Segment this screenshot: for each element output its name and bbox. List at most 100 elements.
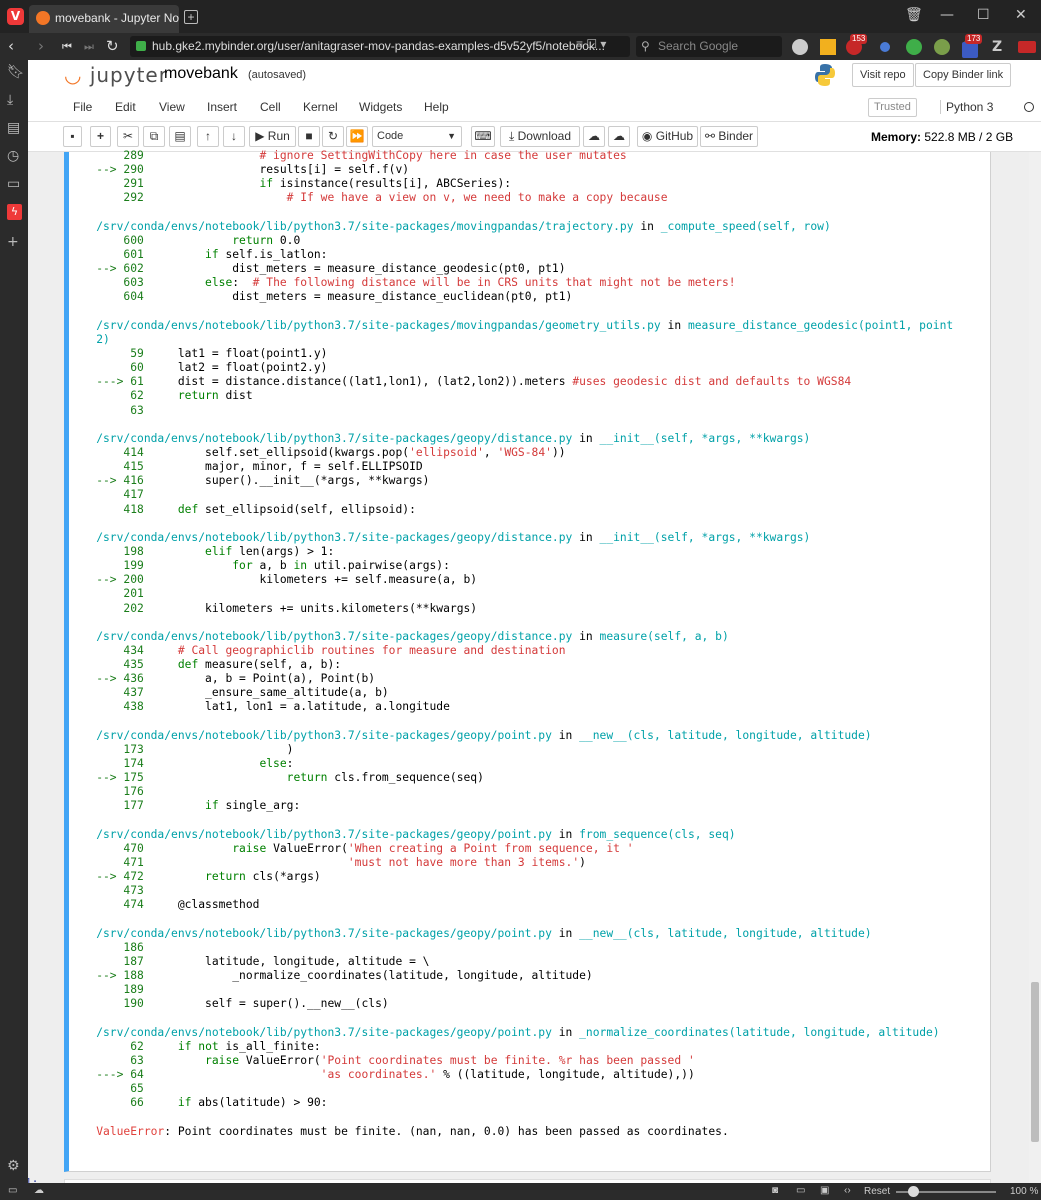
zoom-slider-handle[interactable] [908,1186,919,1197]
traceback-line: 63 raise ValueError('Point coordinates m… [69,1054,695,1067]
tab-title: movebank - Jupyter Notebo [55,11,179,25]
leaf-icon[interactable] [934,39,950,55]
search-placeholder: Search Google [658,39,739,53]
menu-insert[interactable]: Insert [207,100,237,114]
window-panel-icon[interactable]: ▭ [7,176,20,192]
settings-gear-icon[interactable]: ⚙ [7,1158,20,1174]
keyboard-icon[interactable]: ⌨ [471,126,495,147]
traceback-line: /srv/conda/envs/notebook/lib/python3.7/s… [69,827,736,841]
github-button[interactable]: ◉ GitHub [637,126,698,147]
add-panel-icon[interactable]: + [7,234,19,250]
mail-icon[interactable] [962,42,978,58]
traceback-line: 59 lat1 = float(point1.y) [69,346,328,360]
zoom-reset-button[interactable]: Reset [864,1186,890,1197]
scrollbar-thumb[interactable] [1031,982,1039,1142]
restart-icon[interactable]: ↻ [322,126,344,147]
traceback-line: 189 [69,983,144,997]
image-icon[interactable]: ▣ [820,1185,829,1196]
menu-view[interactable]: View [159,100,185,114]
move-down-icon[interactable]: ↓ [223,126,245,147]
notes-panel-icon[interactable]: ▤ [7,120,20,136]
code-icon[interactable]: ‹› [844,1185,851,1196]
tiling-icon[interactable]: ▭ [796,1185,805,1196]
copy-binder-link-button[interactable]: Copy Binder link [915,63,1012,87]
camera-icon[interactable]: ◙ [772,1185,778,1196]
menu-edit[interactable]: Edit [115,100,136,114]
run-button[interactable]: ▶ Run [249,126,296,147]
menu-cell[interactable]: Cell [260,100,281,114]
extension-blue-icon[interactable] [880,42,890,52]
insert-cell-plus-icon[interactable]: + [90,126,111,147]
vivaldi-logo-icon[interactable]: V [7,8,24,25]
notebook-scrollbar[interactable] [1029,152,1041,1183]
cloud-upload-icon[interactable]: ☁ [583,126,605,147]
interrupt-stop-icon[interactable]: ■ [298,126,320,147]
cloud-download-icon[interactable]: ☁ [608,126,630,147]
traceback-line: /srv/conda/envs/notebook/lib/python3.7/s… [69,530,811,544]
bookmarks-panel-icon[interactable]: 🔖︎ [7,64,25,80]
menu-kernel[interactable]: Kernel [303,100,338,114]
rewind-icon[interactable]: ⏮ [62,40,72,54]
fast-forward-icon[interactable]: ⏭ [84,40,94,54]
input-prompt: In [ ]: [28,1176,39,1183]
jupyter-page: ◡ jupyter movebank (autosaved) Visit rep… [28,60,1041,1183]
traceback-line: 473 [69,884,144,898]
lastpass-icon[interactable] [1018,41,1036,53]
cell-type-select[interactable]: Code ▼ [372,126,462,147]
move-up-icon[interactable]: ↑ [197,126,219,147]
search-field[interactable]: ⚲ Search Google [636,36,782,57]
maximize-icon[interactable]: ☐ [977,7,990,23]
menu-widgets[interactable]: Widgets [359,100,402,114]
autosave-status: (autosaved) [248,69,307,81]
traceback-line [69,206,989,220]
minimize-icon[interactable]: — [940,7,954,23]
traceback-line: 199 for a, b in util.pairwise(args): [69,559,450,573]
history-panel-icon[interactable]: ◷ [7,148,19,164]
cloud-sync-icon[interactable]: ☁ [34,1185,44,1196]
download-button[interactable]: ⤓ Download [500,126,580,147]
restart-run-all-icon[interactable]: ⏩ [346,126,368,147]
cut-icon[interactable]: ✂ [117,126,139,147]
reload-icon[interactable]: ↻ [106,37,119,55]
browser-side-panel: 🔖︎ ⤓ ▤ ◷ ▭ ϟ + ⚙ [0,60,28,1183]
profile-icon[interactable] [792,39,808,55]
close-window-icon[interactable]: ✕ [1015,7,1027,23]
browser-status-bar: ▭ ☁ ◙ ▭ ▣ ‹› Reset 100 % [0,1183,1041,1200]
traceback-line: 471 'must not have more than 3 items.') [69,856,586,870]
binder-button[interactable]: ⚯ Binder [700,126,758,147]
memory-label: Memory: [871,130,922,144]
zoom-level: 100 % [1010,1186,1039,1197]
new-tab-plus-icon[interactable]: + [184,10,198,24]
traceback-line: 470 raise ValueError('When creating a Po… [69,841,634,855]
warning-icon[interactable] [820,39,836,55]
copy-icon[interactable]: ⧉ [143,126,165,147]
traceback-line: 414 self.set_ellipsoid(kwargs.pop('ellip… [69,445,566,459]
traceback-line: 600 return 0.0 [69,233,301,247]
visit-repo-button[interactable]: Visit repo [852,63,914,87]
zotero-icon[interactable]: Z [992,39,1008,55]
traceback-line: /srv/conda/envs/notebook/lib/python3.7/s… [69,926,872,940]
notebook-name[interactable]: movebank [164,65,238,83]
traceback-line: /srv/conda/envs/notebook/lib/python3.7/s… [69,728,872,742]
menu-file[interactable]: File [73,100,92,114]
code-cell-output[interactable]: 289 # ignore SettingWithCopy here in cas… [64,149,991,1172]
trusted-indicator[interactable]: Trusted [868,98,917,117]
kernel-name[interactable]: Python 3 [940,100,993,114]
forward-icon[interactable]: › [38,37,44,55]
menu-help[interactable]: Help [424,100,449,114]
traceback-line: 62 if not is_all_finite: [69,1039,321,1053]
paste-icon[interactable]: ▤ [169,126,191,147]
ublock-count-badge: 153 [850,34,868,44]
back-icon[interactable]: ‹ [8,37,14,55]
browser-tab[interactable]: movebank - Jupyter Notebo [29,5,179,33]
evernote-icon[interactable] [906,39,922,55]
jupyter-logo[interactable]: ◡ jupyter [64,63,168,87]
save-icon[interactable]: ▪ [63,126,82,147]
address-bar[interactable]: hub.gke2.mybinder.org/user/anitagraser-m… [130,36,630,57]
trash-icon[interactable]: 🗑 [905,7,923,23]
panel-toggle-icon[interactable]: ▭ [8,1185,17,1196]
downloads-panel-icon[interactable]: ⤓ [7,92,13,108]
bookmark-icon[interactable]: ≡ ☐ ▾ [576,37,606,51]
traceback-line: 2) [69,332,110,346]
vivaldi-panel-icon[interactable]: ϟ [7,204,22,220]
